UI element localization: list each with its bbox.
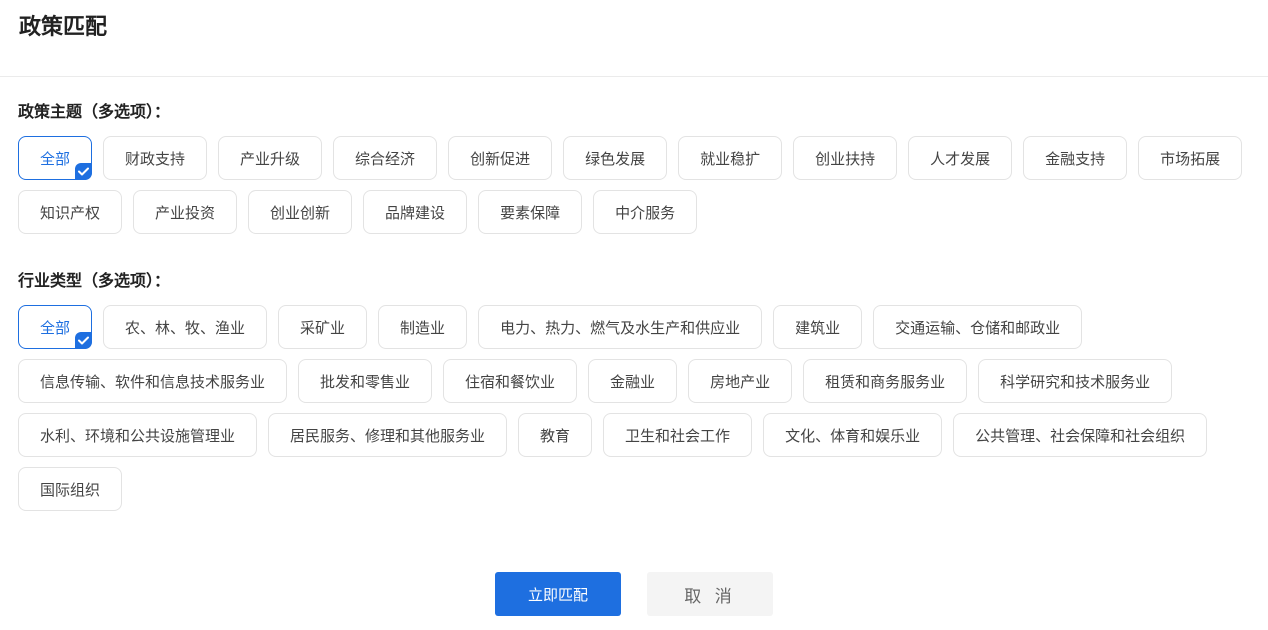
industry-type-tag-label: 交通运输、仓储和邮政业 bbox=[895, 318, 1061, 337]
policy-topic-tag[interactable]: 产业升级 bbox=[218, 136, 323, 180]
policy-topic-tag-label: 创业创新 bbox=[270, 203, 331, 222]
industry-type-tag-label: 全部 bbox=[40, 318, 71, 337]
policy-topic-tags: 全部 财政支持 产业升级 综合经济 创新促进 绿色发展 就业稳扩 创业扶持 人才发展 金融支持 市场… bbox=[18, 136, 1258, 234]
policy-topic-tag[interactable]: 财政支持 bbox=[103, 136, 208, 180]
policy-topic-tag-label: 中介服务 bbox=[615, 203, 676, 222]
industry-type-tag-label: 信息传输、软件和信息技术服务业 bbox=[40, 372, 266, 391]
policy-topic-tag-label: 产业投资 bbox=[155, 203, 216, 222]
policy-topic-tag-label: 创新促进 bbox=[470, 149, 531, 168]
industry-type-tag[interactable]: 建筑业 bbox=[773, 305, 863, 349]
policy-topic-tag-label: 要素保障 bbox=[500, 203, 561, 222]
policy-topic-tag[interactable]: 人才发展 bbox=[908, 136, 1013, 180]
policy-topic-tag[interactable]: 创业扶持 bbox=[793, 136, 898, 180]
industry-type-tag[interactable]: 水利、环境和公共设施管理业 bbox=[18, 413, 258, 457]
policy-topic-tag-label: 产业升级 bbox=[240, 149, 301, 168]
industry-type-tag-label: 水利、环境和公共设施管理业 bbox=[40, 426, 236, 445]
policy-topic-tag[interactable]: 知识产权 bbox=[18, 190, 123, 234]
industry-type-tag-label: 卫生和社会工作 bbox=[625, 426, 731, 445]
industry-type-tag-label: 房地产业 bbox=[710, 372, 771, 391]
industry-type-tag[interactable]: 采矿业 bbox=[278, 305, 368, 349]
industry-type-tag[interactable]: 批发和零售业 bbox=[298, 359, 433, 403]
industry-type-tag-label: 租赁和商务服务业 bbox=[825, 372, 946, 391]
industry-type-tag[interactable]: 全部 bbox=[18, 305, 93, 349]
policy-topic-tag-label: 市场拓展 bbox=[1160, 149, 1221, 168]
industry-type-tag[interactable]: 居民服务、修理和其他服务业 bbox=[268, 413, 508, 457]
checkmark-icon bbox=[75, 332, 93, 349]
industry-type-tag-label: 教育 bbox=[540, 426, 571, 445]
industry-type-tag-label: 电力、热力、燃气及水生产和供应业 bbox=[500, 318, 741, 337]
industry-type-tag-label: 建筑业 bbox=[795, 318, 841, 337]
industry-type-tag-label: 采矿业 bbox=[300, 318, 346, 337]
industry-type-tag-label: 金融业 bbox=[610, 372, 656, 391]
industry-type-tag-label: 农、林、牧、渔业 bbox=[125, 318, 246, 337]
policy-topic-label: 政策主题（多选项）： bbox=[18, 102, 171, 121]
industry-type-tag[interactable]: 交通运输、仓储和邮政业 bbox=[873, 305, 1083, 349]
industry-type-tag[interactable]: 租赁和商务服务业 bbox=[803, 359, 968, 403]
industry-type-label: 行业类型（多选项）： bbox=[18, 271, 171, 290]
policy-topic-tag[interactable]: 创业创新 bbox=[248, 190, 353, 234]
policy-topic-tag[interactable]: 综合经济 bbox=[333, 136, 438, 180]
industry-type-tag[interactable]: 文化、体育和娱乐业 bbox=[763, 413, 943, 457]
industry-type-tag[interactable]: 卫生和社会工作 bbox=[603, 413, 753, 457]
policy-topic-tag[interactable]: 市场拓展 bbox=[1138, 136, 1243, 180]
policy-topic-tag-label: 人才发展 bbox=[930, 149, 991, 168]
page-header: 政策匹配 bbox=[0, 0, 1268, 77]
policy-topic-tag[interactable]: 全部 bbox=[18, 136, 93, 180]
policy-topic-tag[interactable]: 品牌建设 bbox=[363, 190, 468, 234]
industry-type-tag-label: 居民服务、修理和其他服务业 bbox=[290, 426, 486, 445]
policy-topic-tag-label: 知识产权 bbox=[40, 203, 101, 222]
industry-type-tag-label: 文化、体育和娱乐业 bbox=[785, 426, 921, 445]
policy-topic-section: 政策主题（多选项）： 全部 财政支持 产业升级 综合经济 创新促进 绿色发展 就业稳扩 创业扶… bbox=[0, 101, 1268, 234]
industry-type-tag[interactable]: 金融业 bbox=[588, 359, 678, 403]
checkmark-icon bbox=[75, 163, 93, 180]
policy-topic-tag-label: 金融支持 bbox=[1045, 149, 1106, 168]
industry-type-tag[interactable]: 信息传输、软件和信息技术服务业 bbox=[18, 359, 288, 403]
policy-topic-tag-label: 财政支持 bbox=[125, 149, 186, 168]
industry-type-tag-label: 国际组织 bbox=[40, 480, 101, 499]
industry-type-tag-label: 科学研究和技术服务业 bbox=[1000, 372, 1151, 391]
policy-topic-tag[interactable]: 中介服务 bbox=[593, 190, 698, 234]
industry-type-tag[interactable]: 科学研究和技术服务业 bbox=[978, 359, 1173, 403]
industry-type-tag-label: 制造业 bbox=[400, 318, 446, 337]
industry-type-tag[interactable]: 农、林、牧、渔业 bbox=[103, 305, 268, 349]
policy-topic-tag[interactable]: 创新促进 bbox=[448, 136, 553, 180]
policy-topic-tag[interactable]: 金融支持 bbox=[1023, 136, 1128, 180]
industry-type-tag[interactable]: 房地产业 bbox=[688, 359, 793, 403]
page-title: 政策匹配 bbox=[19, 15, 108, 40]
policy-topic-tag[interactable]: 就业稳扩 bbox=[678, 136, 783, 180]
industry-type-tag-label: 住宿和餐饮业 bbox=[465, 372, 556, 391]
policy-topic-tag-label: 综合经济 bbox=[355, 149, 416, 168]
industry-type-tag[interactable]: 教育 bbox=[518, 413, 593, 457]
policy-topic-tag-label: 就业稳扩 bbox=[700, 149, 761, 168]
industry-type-tag[interactable]: 电力、热力、燃气及水生产和供应业 bbox=[478, 305, 763, 349]
industry-type-tag[interactable]: 住宿和餐饮业 bbox=[443, 359, 578, 403]
industry-type-tag[interactable]: 国际组织 bbox=[18, 467, 123, 511]
action-bar: 立即匹配 取 消 bbox=[0, 572, 1268, 616]
policy-topic-tag[interactable]: 绿色发展 bbox=[563, 136, 668, 180]
industry-type-section: 行业类型（多选项）： 全部 农、林、牧、渔业 采矿业 制造业 电力、热力、燃气及水生产和… bbox=[0, 270, 1268, 511]
match-button[interactable]: 立即匹配 bbox=[495, 572, 621, 616]
industry-type-tags: 全部 农、林、牧、渔业 采矿业 制造业 电力、热力、燃气及水生产和供应业 建筑业 交通运输、… bbox=[18, 305, 1258, 511]
policy-topic-tag-label: 全部 bbox=[40, 149, 71, 168]
industry-type-tag-label: 批发和零售业 bbox=[320, 372, 411, 391]
policy-topic-tag-label: 创业扶持 bbox=[815, 149, 876, 168]
policy-topic-tag[interactable]: 要素保障 bbox=[478, 190, 583, 234]
industry-type-tag[interactable]: 公共管理、社会保障和社会组织 bbox=[953, 413, 1208, 457]
cancel-button[interactable]: 取 消 bbox=[647, 572, 773, 616]
policy-topic-tag-label: 绿色发展 bbox=[585, 149, 646, 168]
industry-type-tag[interactable]: 制造业 bbox=[378, 305, 468, 349]
policy-topic-tag-label: 品牌建设 bbox=[385, 203, 446, 222]
policy-topic-tag[interactable]: 产业投资 bbox=[133, 190, 238, 234]
industry-type-tag-label: 公共管理、社会保障和社会组织 bbox=[975, 426, 1186, 445]
